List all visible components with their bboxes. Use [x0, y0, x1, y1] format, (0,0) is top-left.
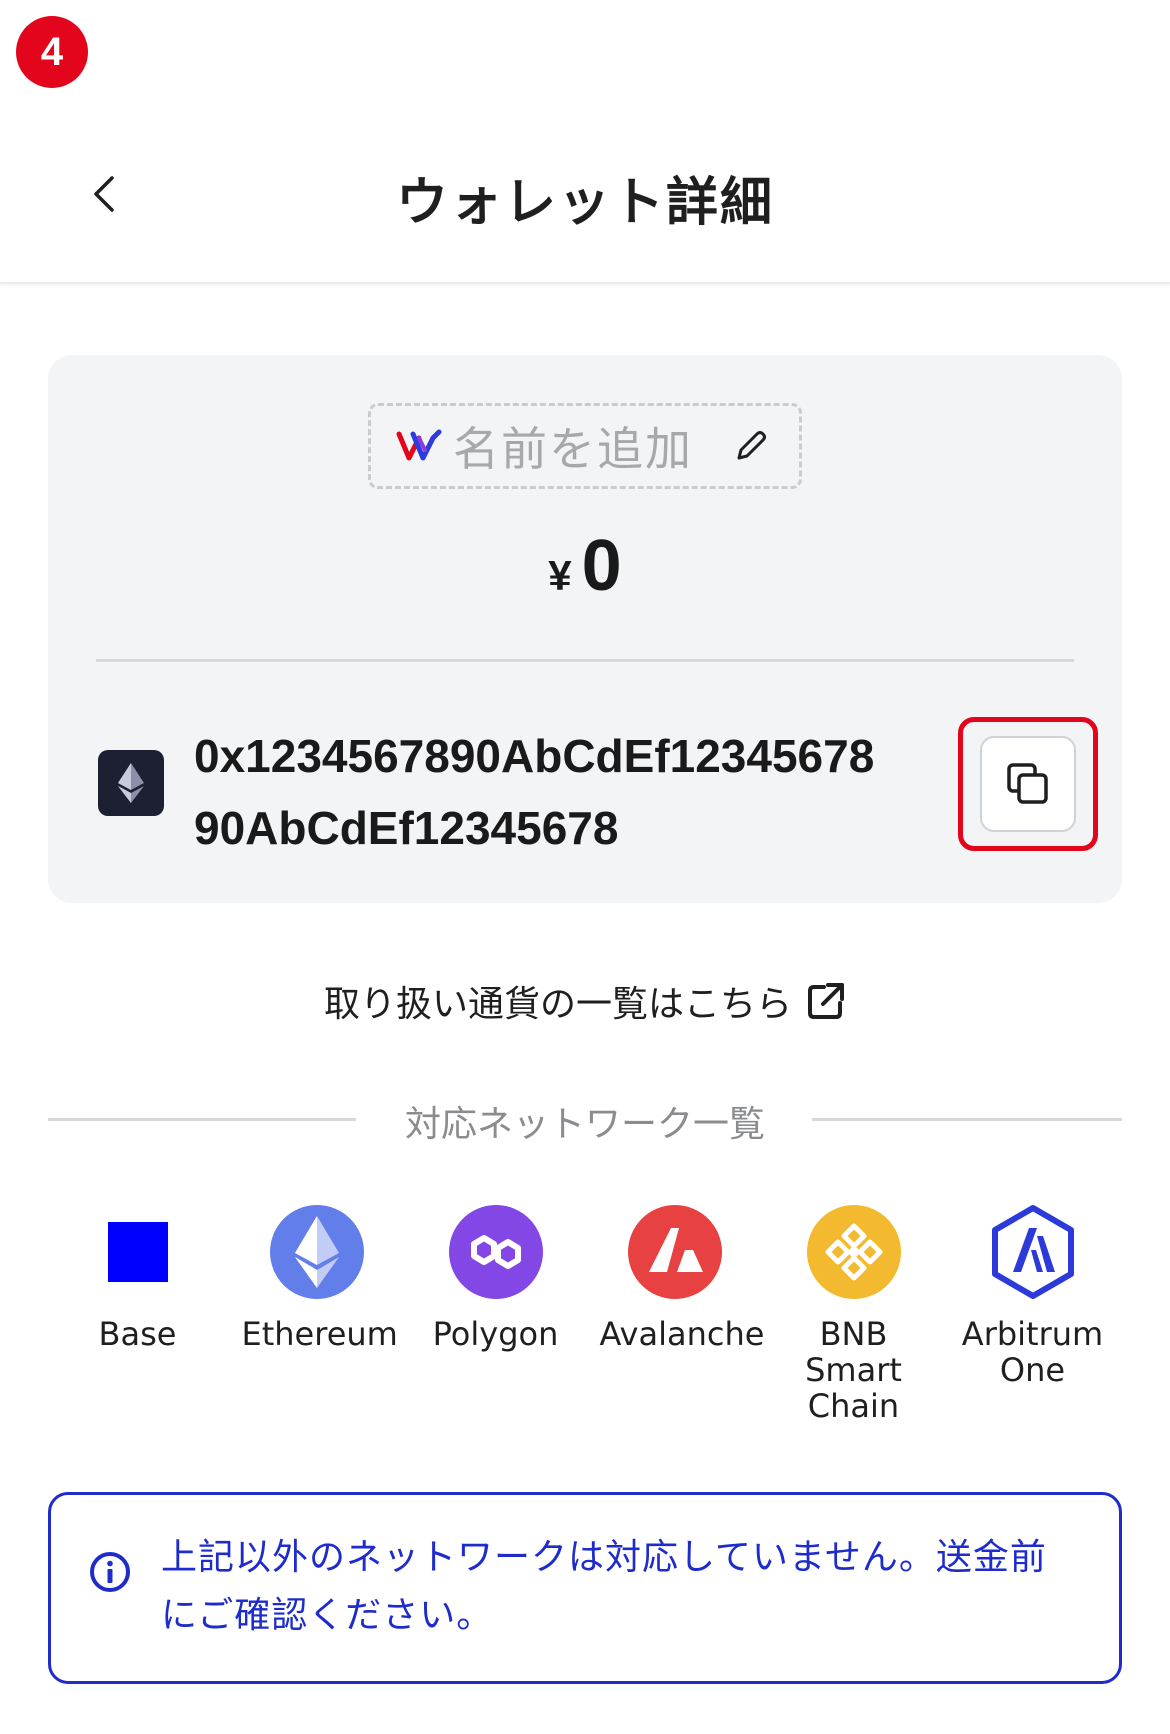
network-name: Polygon — [432, 1315, 559, 1353]
network-name: BNB Smart Chain — [805, 1315, 902, 1425]
network-item-ethereum: Ethereum — [227, 1204, 406, 1444]
copy-address-button[interactable] — [980, 736, 1076, 832]
network-item-avalanche: Avalanche — [585, 1204, 764, 1444]
wallet-logo-icon — [396, 429, 442, 461]
network-notice: 上記以外のネットワークは対応していません。送金前にご確認ください。 — [48, 1492, 1122, 1684]
page-title: ウォレット詳細 — [395, 173, 774, 233]
polygon-icon — [448, 1204, 544, 1300]
avalanche-icon — [627, 1204, 723, 1300]
network-item-bnb-smart-chain: BNB Smart Chain — [764, 1204, 943, 1444]
step-number-badge: 4 — [16, 16, 88, 88]
currency-symbol: ¥ — [548, 552, 572, 599]
base-icon — [90, 1204, 186, 1300]
network-name: Ethereum — [241, 1315, 398, 1353]
network-item-arbitrum-one: Arbitrum One — [943, 1204, 1122, 1444]
bnb-icon — [806, 1204, 902, 1300]
card-divider — [96, 659, 1074, 662]
wallet-name-placeholder: 名前を追加 — [453, 422, 693, 476]
ethereum-chain-icon — [98, 750, 164, 816]
networks-section-title: 対応ネットワーク一覧 — [404, 1104, 765, 1145]
currency-list-link-label: 取り扱い通貨の一覧はこちら — [323, 984, 792, 1025]
copy-icon — [1007, 763, 1048, 804]
network-list: Base Ethereum Polygon Avalanche BNB Smar… — [48, 1204, 1122, 1444]
wallet-name-field[interactable]: 名前を追加 — [368, 403, 802, 489]
network-item-base: Base — [48, 1204, 227, 1444]
wallet-balance: ¥0 — [48, 525, 1122, 607]
network-name: Base — [98, 1315, 177, 1353]
info-icon — [90, 1552, 130, 1592]
networks-section-header: 対応ネットワーク一覧 — [48, 1104, 1122, 1165]
network-item-polygon: Polygon — [406, 1204, 585, 1444]
header-bar: ウォレット詳細 — [0, 110, 1170, 284]
balance-amount: 0 — [581, 526, 622, 606]
divider-line-right — [812, 1118, 1122, 1121]
wallet-card: 名前を追加 ¥0 0x1234567890AbCdEf1234567890AbC… — [48, 355, 1122, 903]
external-link-icon — [808, 983, 844, 1019]
wallet-address: 0x1234567890AbCdEf1234567890AbCdEf123456… — [194, 730, 875, 854]
network-name: Avalanche — [599, 1315, 765, 1353]
ethereum-icon — [269, 1204, 365, 1300]
edit-pencil-icon[interactable] — [733, 428, 769, 464]
notice-text: 上記以外のネットワークは対応していません。送金前にご確認ください。 — [161, 1537, 1047, 1636]
network-name: Arbitrum One — [961, 1315, 1104, 1389]
currency-list-link[interactable]: 取り扱い通貨の一覧はこちら — [0, 975, 1170, 1027]
arbitrum-icon — [985, 1204, 1081, 1300]
